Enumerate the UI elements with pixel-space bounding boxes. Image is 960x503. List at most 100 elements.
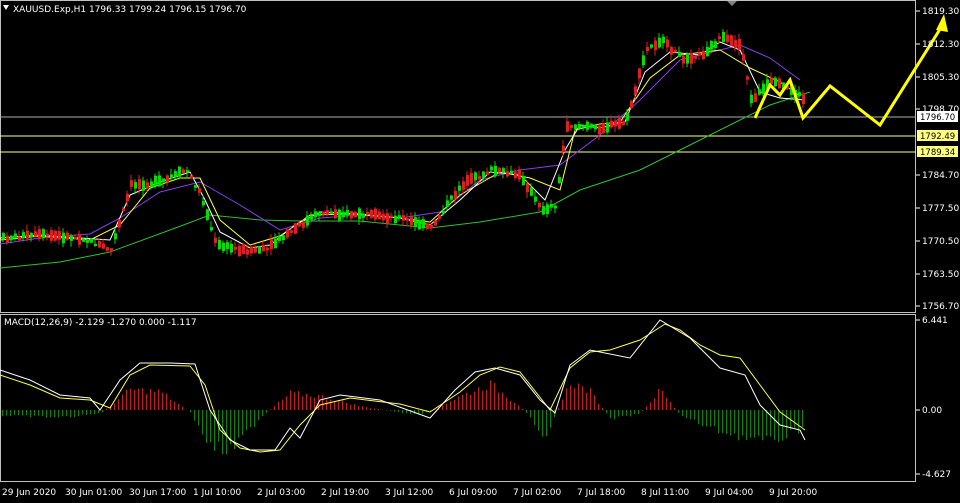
candle-body [538, 203, 541, 208]
macd-histogram-bar [462, 395, 463, 410]
candle-body [594, 125, 597, 129]
macd-axis[interactable]: 6.441 0.00 -4.627 [916, 316, 951, 480]
moving-average-purple [0, 45, 800, 244]
price-axis[interactable]: 1819.30 1812.30 1805.30 1798.70 1784.70 … [916, 7, 959, 312]
candle-body [450, 196, 453, 200]
candle-body [630, 101, 633, 108]
candle-body [70, 235, 73, 241]
macd-histogram-bar [634, 410, 635, 414]
candle-body [406, 218, 409, 220]
macd-histogram-bar [42, 410, 43, 416]
candle-body [38, 229, 41, 239]
candle-body [434, 221, 437, 226]
macd-histogram-bar [754, 410, 755, 438]
candle-body [310, 215, 313, 219]
candle-body [274, 239, 277, 249]
macd-histogram-bar [122, 395, 123, 410]
macd-histogram-bar [74, 410, 75, 417]
candle-body [674, 50, 677, 53]
candle-body [430, 225, 433, 229]
candle-body [586, 122, 589, 130]
candle-body [190, 176, 193, 179]
candle-body [798, 92, 801, 96]
candle-body [174, 171, 177, 177]
candle-body [106, 247, 109, 251]
macd-histogram-bar [154, 392, 155, 410]
price-label: 1756.70 [922, 302, 959, 312]
macd-histogram-bar [670, 402, 671, 410]
macd-histogram-bar [294, 392, 295, 410]
candle-body [442, 211, 445, 214]
candle-body [294, 223, 297, 234]
macd-histogram-bar [482, 391, 483, 410]
macd-histogram-bar [178, 404, 179, 410]
macd-histogram-bar [614, 410, 615, 419]
candle-body [10, 236, 13, 241]
candle-body [146, 182, 149, 188]
candle-body [46, 234, 49, 237]
macd-histogram-bar [630, 410, 631, 416]
candle-body [466, 175, 469, 186]
candle-body [770, 78, 773, 84]
macd-histogram-bar [38, 410, 39, 416]
macd-histogram-bar [750, 410, 751, 438]
macd-histogram-bar [526, 410, 527, 413]
candle-body [462, 181, 465, 190]
candle-body [542, 206, 545, 214]
candle-body [658, 38, 661, 48]
candle-body [270, 239, 273, 249]
macd-histogram-bar [78, 410, 79, 416]
macd-histogram-bar [610, 410, 611, 418]
macd-histogram-bar [646, 407, 647, 411]
macd-histogram-bar [22, 410, 23, 416]
candle-body [458, 186, 461, 191]
macd-histogram-bar [390, 410, 391, 411]
candle-body [422, 219, 425, 228]
macd-histogram-bar [158, 389, 159, 410]
candlestick-series[interactable] [2, 29, 805, 258]
macd-histogram-bar [654, 398, 655, 410]
chart-canvas[interactable]: XAUUSD.Exp,H1 1796.33 1799.24 1796.15 17… [0, 0, 960, 499]
candle-body [670, 47, 673, 55]
macd-histogram-bar [490, 380, 491, 410]
candle-body [654, 40, 657, 50]
macd-histogram-bar [622, 410, 623, 416]
time-axis[interactable]: 29 Jun 2020 30 Jun 01:00 30 Jun 17:00 1 … [2, 488, 818, 498]
macd-histogram-bar [458, 396, 459, 410]
macd-histogram-bar [298, 391, 299, 410]
macd-histogram-bar [170, 400, 171, 410]
macd-histogram-bar [538, 410, 539, 431]
macd-histogram-bar [66, 410, 67, 416]
macd-histogram-bar [574, 388, 575, 410]
shift-marker-icon[interactable] [727, 1, 737, 6]
candle-body [6, 236, 9, 243]
macd-histogram-bar [86, 410, 87, 415]
macd-histogram-bar [202, 410, 203, 435]
macd-histogram-bar [26, 410, 27, 415]
candle-body [666, 40, 669, 48]
candle-body [606, 123, 609, 133]
macd-histogram [2, 380, 803, 454]
macd-histogram-bar [282, 400, 283, 410]
candle-body [662, 37, 665, 44]
macd-histogram-bar [166, 394, 167, 410]
macd-histogram-bar [518, 406, 519, 411]
candle-body [350, 211, 353, 218]
level-tag-1-text: 1792.49 [920, 132, 955, 142]
candle-body [722, 32, 725, 42]
macd-histogram-bar [278, 402, 279, 410]
candle-body [102, 243, 105, 248]
macd-histogram-bar [70, 410, 71, 417]
forecast-zigzag[interactable] [755, 26, 942, 125]
macd-histogram-bar [114, 404, 115, 410]
symbol-dropdown-icon[interactable] [3, 5, 9, 10]
candle-body [646, 47, 649, 51]
time-label: 30 Jun 17:00 [129, 488, 186, 498]
macd-histogram-bar [370, 408, 371, 410]
macd-histogram-bar [690, 410, 691, 419]
candle-body [54, 231, 57, 241]
macd-histogram-bar [470, 395, 471, 410]
candle-body [686, 53, 689, 63]
macd-histogram-bar [446, 404, 447, 410]
macd-histogram-bar [198, 410, 199, 426]
